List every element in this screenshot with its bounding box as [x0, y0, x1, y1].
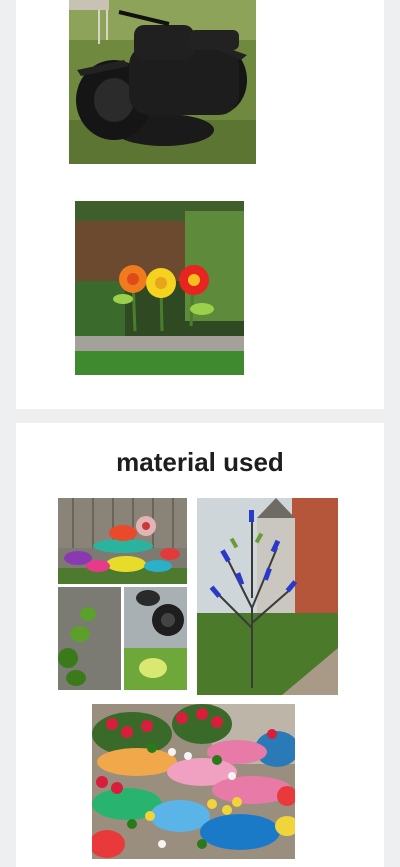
bottle-tree-image [197, 498, 338, 695]
stacked-tire-planters-image [92, 704, 295, 859]
section-heading: material used [116, 447, 284, 477]
tire-planters-collage-image [58, 498, 187, 690]
content-card-top [16, 0, 384, 409]
tire-motorcycle-image [69, 0, 256, 164]
hubcap-flowers-image [75, 201, 244, 375]
content-card-material: material used [16, 423, 384, 867]
